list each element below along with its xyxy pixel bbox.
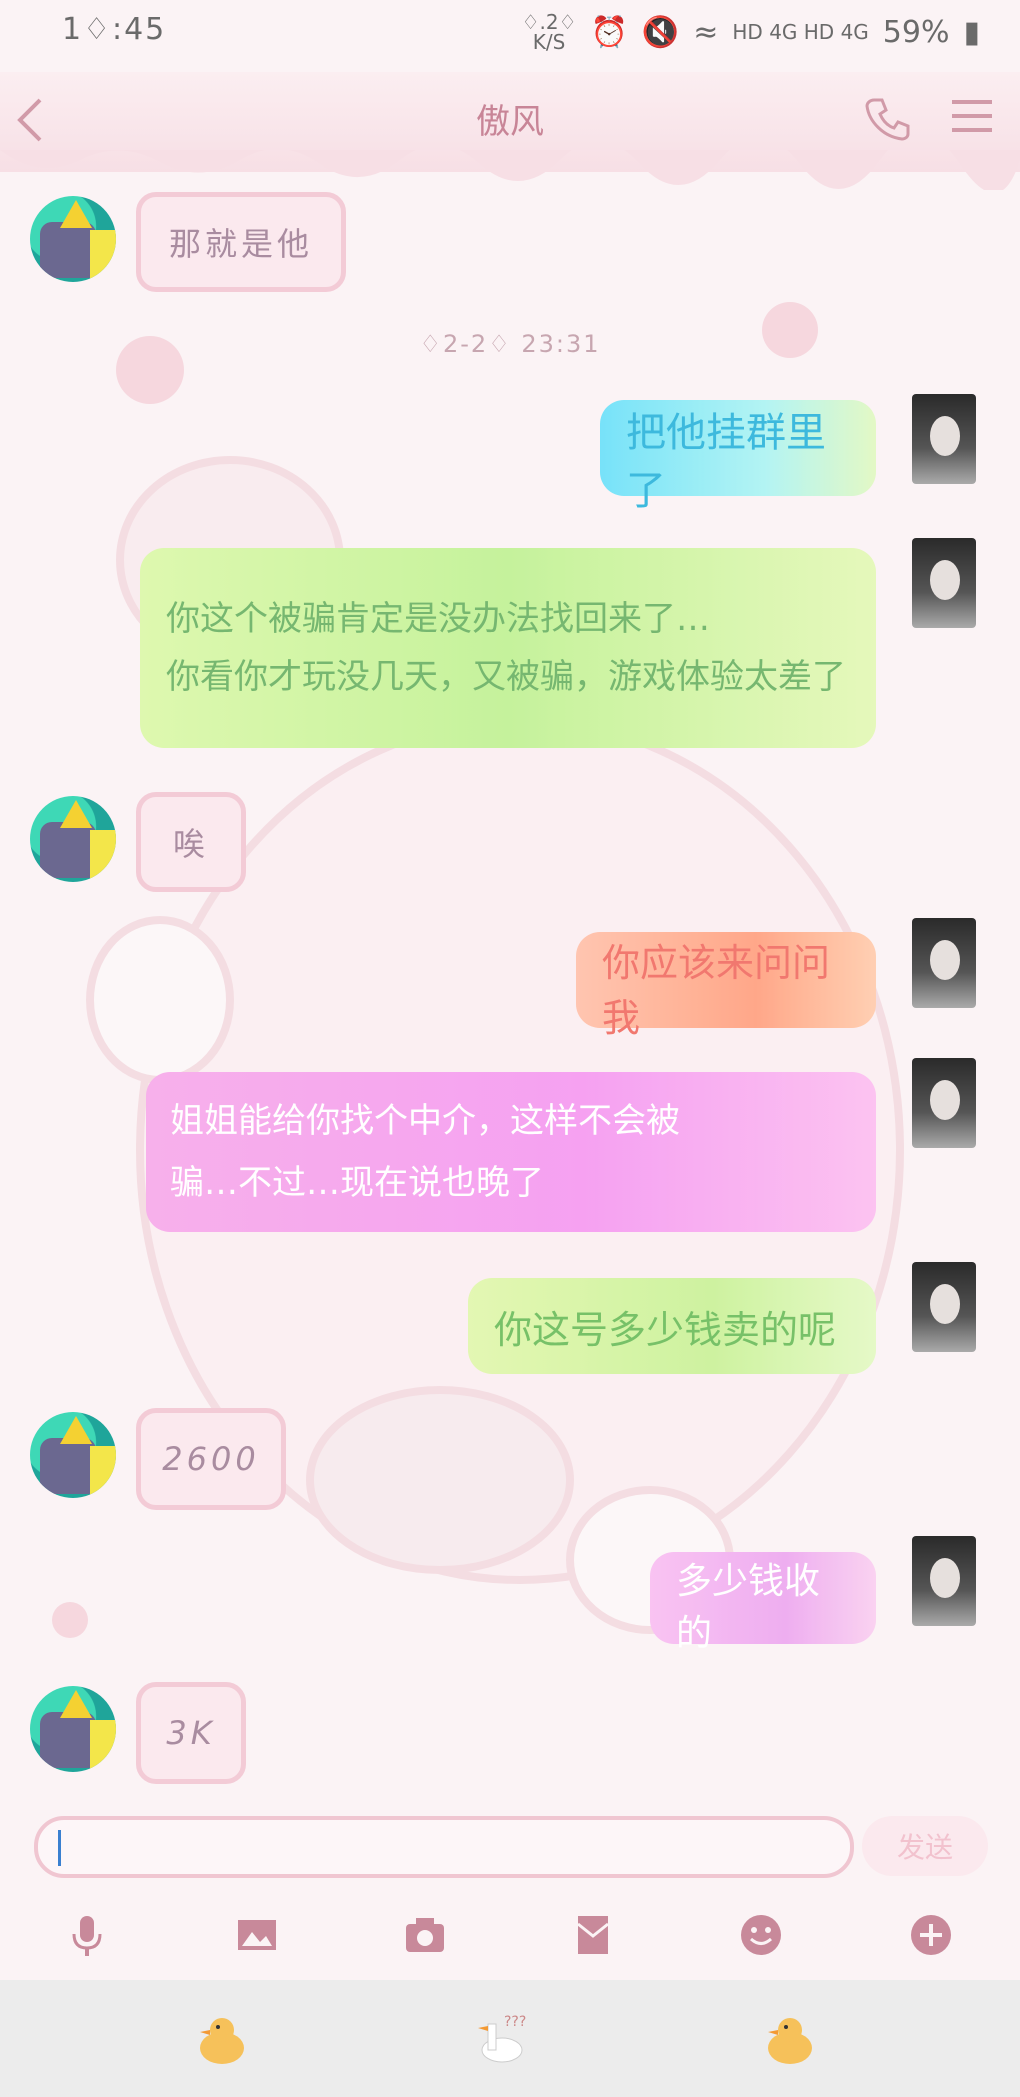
red-packet-icon[interactable] xyxy=(568,1910,618,1960)
user-avatar[interactable] xyxy=(912,394,976,484)
plus-icon[interactable] xyxy=(906,1910,956,1960)
emoji-icon[interactable] xyxy=(736,1910,786,1960)
user-avatar[interactable] xyxy=(912,1058,976,1148)
message-composer: 发送 xyxy=(0,1800,1020,1890)
message-bubble[interactable]: 2600 xyxy=(136,1408,286,1510)
send-button[interactable]: 发送 xyxy=(862,1816,988,1876)
navigation-bar: ??? xyxy=(0,1980,1020,2097)
contact-avatar[interactable] xyxy=(30,796,116,882)
message-bubble[interactable]: 你这个被骗肯定是没办法找回来了… 你看你才玩没几天，又被骗，游戏体验太 差了 xyxy=(140,548,876,748)
goose-icon[interactable]: ??? xyxy=(470,2010,530,2070)
duck-icon[interactable] xyxy=(760,2010,820,2070)
menu-icon[interactable] xyxy=(950,94,994,138)
message-bubble[interactable]: 那就是他 xyxy=(136,192,346,292)
duck-icon[interactable] xyxy=(192,2010,252,2070)
mute-icon: 🔇 xyxy=(641,14,680,50)
wifi-icon: ≈ xyxy=(693,14,719,50)
contact-avatar[interactable] xyxy=(30,196,116,282)
battery-icon: ▮ xyxy=(963,14,980,50)
network-speed: ♢.2♢ K/S xyxy=(521,10,577,54)
message-bubble[interactable]: 唉 xyxy=(136,792,246,892)
status-bar: 1♢:45 ♢.2♢ K/S ⏰ 🔇 ≈ HD 4G HD 4G 59% ▮ xyxy=(0,0,1020,72)
status-icons: ♢.2♢ K/S ⏰ 🔇 ≈ HD 4G HD 4G 59% ▮ xyxy=(522,12,980,52)
message-input[interactable] xyxy=(34,1816,854,1878)
battery-level: 59% xyxy=(882,14,950,50)
text-cursor xyxy=(58,1830,61,1866)
message-bubble[interactable]: 把他挂群里了 xyxy=(600,400,876,514)
input-toolbar xyxy=(0,1890,1020,1980)
user-avatar[interactable] xyxy=(912,1536,976,1626)
svg-text:???: ??? xyxy=(504,2014,526,2030)
phone-icon[interactable] xyxy=(862,92,912,142)
chat-header: 傲风 xyxy=(0,72,1020,190)
contact-avatar[interactable] xyxy=(30,1686,116,1772)
message-bubble[interactable]: 多少钱收的 xyxy=(650,1552,876,1654)
message-bubble[interactable]: 姐姐能给你找个中介，这样不会被 骗…不过…现在说也晚了 xyxy=(146,1072,876,1232)
user-avatar[interactable] xyxy=(912,538,976,628)
status-time: 1♢:45 xyxy=(62,12,167,47)
message-bubble[interactable]: 你应该来问问我 xyxy=(576,932,876,1040)
message-bubble[interactable]: 你这号多少钱卖的呢 xyxy=(468,1278,876,1374)
user-avatar[interactable] xyxy=(912,1262,976,1352)
image-icon[interactable] xyxy=(232,1910,282,1960)
message-bubble[interactable]: 3K xyxy=(136,1682,246,1784)
header-wave-decoration xyxy=(0,150,1020,190)
user-avatar[interactable] xyxy=(912,918,976,1008)
camera-icon[interactable] xyxy=(400,1910,450,1960)
signal-indicator: HD 4G HD 4G xyxy=(732,20,869,44)
mic-icon[interactable] xyxy=(62,1910,112,1960)
contact-avatar[interactable] xyxy=(30,1412,116,1498)
message-timestamp: ♢2-2♢ 23:31 xyxy=(419,330,601,358)
alarm-icon: ⏰ xyxy=(590,14,628,50)
